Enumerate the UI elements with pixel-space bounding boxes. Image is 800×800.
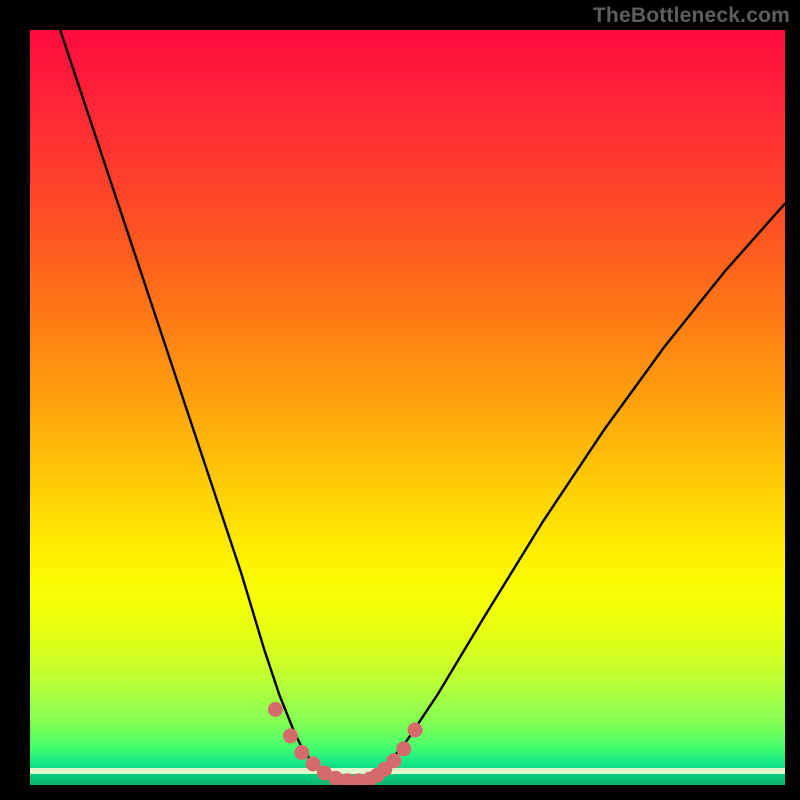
marker-point	[283, 728, 298, 743]
curve-layer	[30, 30, 785, 785]
marker-point	[294, 745, 309, 760]
curve-left	[60, 30, 332, 779]
brand-watermark: TheBottleneck.com	[593, 4, 790, 28]
marker-group	[268, 702, 423, 785]
plot-area	[30, 30, 785, 785]
marker-point	[408, 722, 423, 737]
marker-point	[396, 741, 411, 756]
marker-point	[268, 702, 283, 717]
chart-stage: TheBottleneck.com	[0, 0, 800, 800]
marker-point	[386, 753, 401, 768]
curve-right	[370, 204, 785, 779]
